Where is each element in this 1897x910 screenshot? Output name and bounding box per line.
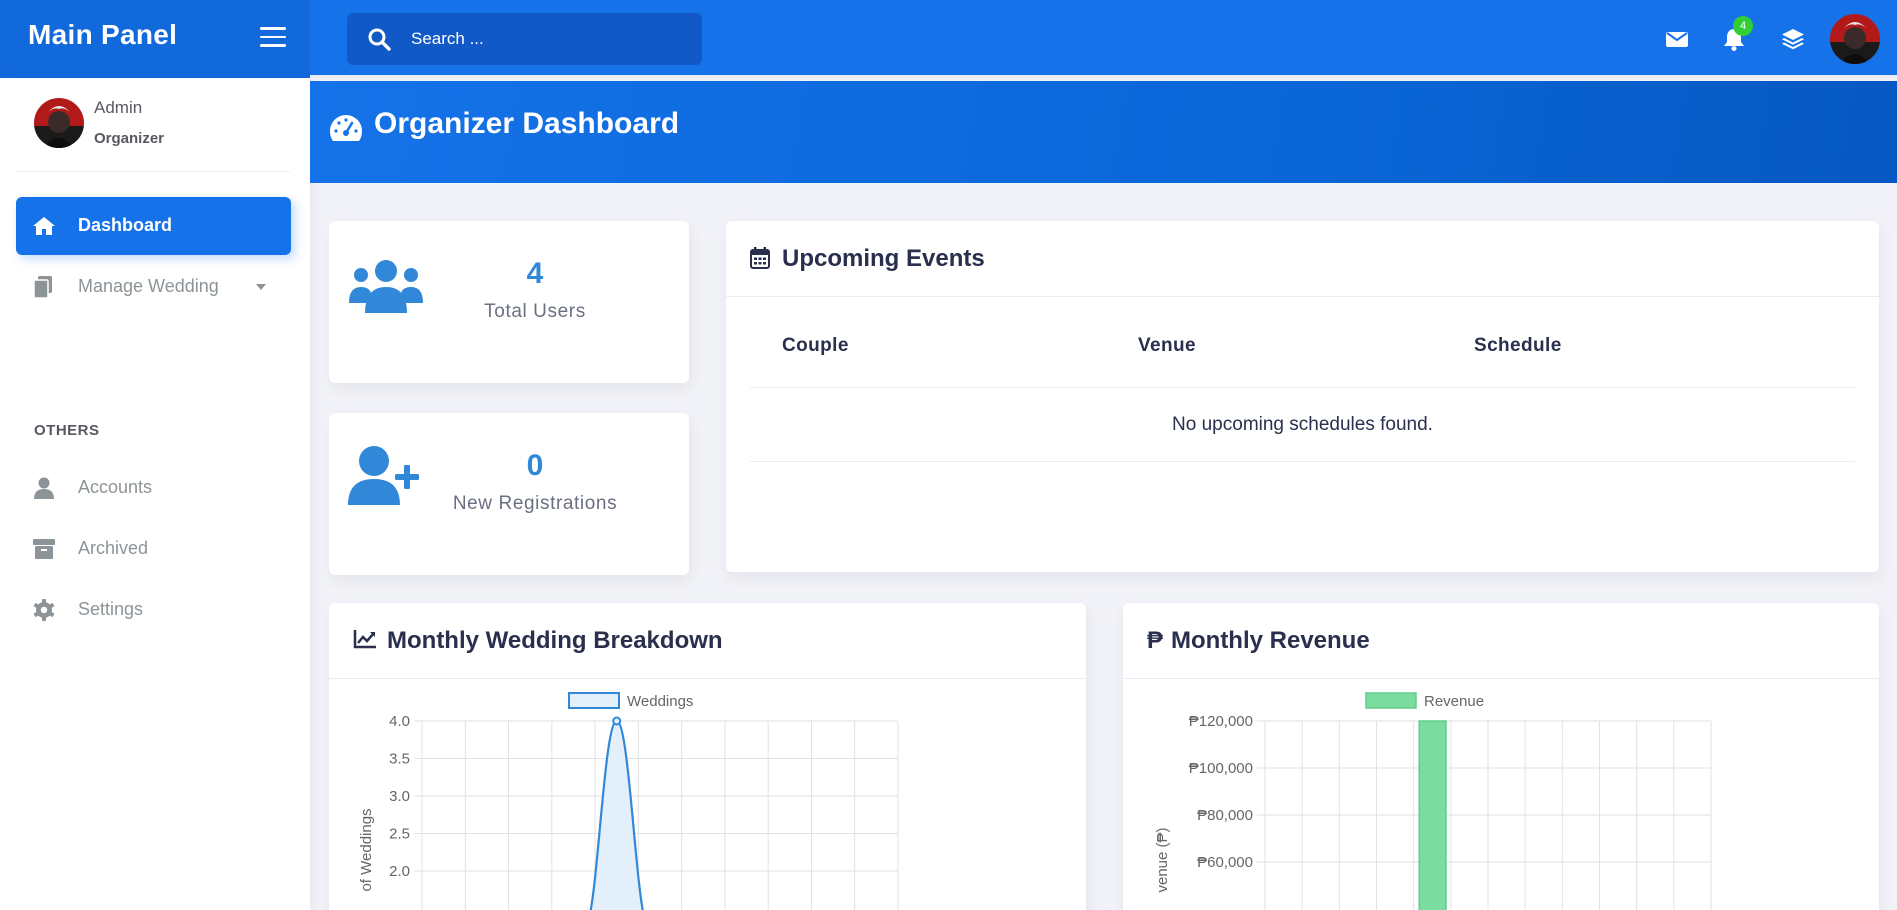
y-tick-label: 4.0 (389, 713, 410, 730)
new-registrations-label: New Registrations (452, 493, 618, 514)
sidebar-item-manage-wedding[interactable]: Manage Wedding (16, 258, 291, 316)
column-header-venue[interactable]: Venue (1138, 335, 1196, 357)
top-navbar: Main Panel 4 (0, 0, 1897, 78)
sidebar-item-label: Accounts (78, 477, 153, 497)
total-users-card: 4 Total Users (329, 221, 689, 383)
sidebar: Admin Organizer Dashboard Manage Wedding… (0, 78, 310, 910)
upcoming-events-header: Upcoming Events (726, 221, 1879, 297)
y-tick-label: ₱60,000 (1197, 854, 1253, 871)
y-axis-title: venue (₱) (1154, 827, 1171, 892)
sidebar-item-label: Dashboard (78, 215, 173, 235)
y-tick-label: 2.5 (389, 826, 410, 843)
legend-label: Weddings (627, 693, 693, 710)
y-tick-label: 3.5 (389, 751, 410, 768)
sidebar-user-name: Admin (94, 98, 143, 117)
sidebar-user-role: Organizer (94, 130, 165, 147)
y-tick-label: ₱120,000 (1189, 713, 1253, 730)
gear-icon (33, 599, 55, 621)
table-divider (750, 387, 1855, 388)
page-title: Organizer Dashboard (374, 107, 680, 140)
column-header-schedule[interactable]: Schedule (1474, 335, 1562, 357)
page-header: Organizer Dashboard (310, 81, 1897, 183)
total-users-value: 4 (526, 257, 544, 290)
bar-revenue (1418, 720, 1447, 910)
wedding-breakdown-chart: Weddings 4.0 3.5 3.0 2.5 2.0 of Weddings (358, 692, 899, 910)
monthly-revenue-header: ₱ Monthly Revenue (1123, 603, 1879, 679)
total-users-label: Total Users (484, 301, 586, 322)
brand-area: Main Panel (0, 0, 310, 78)
empty-table-message: No upcoming schedules found. (1172, 414, 1433, 435)
y-tick-label: 3.0 (389, 788, 410, 805)
sidebar-user-block[interactable]: Admin Organizer (16, 78, 290, 172)
line-chart-icon (353, 630, 376, 649)
search-input[interactable] (411, 23, 681, 55)
new-registrations-value: 0 (526, 449, 544, 482)
file-icon (33, 276, 52, 299)
sidebar-avatar (34, 98, 84, 148)
user-avatar[interactable] (1830, 14, 1880, 64)
sidebar-item-archived[interactable]: Archived (16, 520, 291, 578)
new-registrations-card: 0 New Registrations (329, 413, 689, 575)
upcoming-events-title: Upcoming Events (782, 245, 985, 272)
legend-label: Revenue (1424, 693, 1484, 710)
sidebar-item-dashboard[interactable]: Dashboard (16, 197, 291, 255)
upcoming-events-card: Upcoming Events Couple Venue Schedule No… (726, 221, 1879, 572)
sidebar-item-label: Manage Wedding (78, 276, 219, 296)
y-axis-title: of Weddings (358, 808, 375, 891)
envelope-icon[interactable] (1664, 27, 1690, 51)
wedding-breakdown-title: Monthly Wedding Breakdown (387, 627, 723, 654)
notification-badge: 4 (1733, 16, 1753, 36)
archive-icon (33, 539, 55, 559)
column-header-couple[interactable]: Couple (782, 335, 849, 357)
y-tick-label: 2.0 (389, 863, 410, 880)
menu-toggle-icon[interactable] (260, 26, 286, 48)
layers-icon[interactable] (1780, 27, 1806, 51)
sidebar-item-label: Archived (78, 538, 149, 558)
search-bar (347, 13, 702, 65)
data-point-weddings (612, 716, 622, 726)
users-group-icon (349, 260, 423, 313)
user-plus-icon (348, 446, 419, 505)
home-icon (33, 217, 55, 235)
calendar-icon (750, 247, 770, 269)
sidebar-item-settings[interactable]: Settings (16, 581, 291, 639)
legend-swatch (568, 692, 620, 709)
y-tick-label: ₱100,000 (1189, 760, 1253, 777)
y-tick-label: ₱80,000 (1197, 807, 1253, 824)
wedding-breakdown-card: Monthly Wedding Breakdown Weddings 4.0 3.5… (329, 603, 1086, 910)
sidebar-item-label: Settings (78, 599, 144, 619)
monthly-revenue-card: ₱ Monthly Revenue Revenue ₱120,000 ₱100,00… (1123, 603, 1879, 910)
search-icon[interactable] (367, 27, 391, 51)
brand-title[interactable]: Main Panel (28, 19, 177, 51)
user-icon (34, 477, 54, 499)
monthly-revenue-chart: Revenue ₱120,000 ₱100,000 ₱80,000 ₱60,000 ven… (1154, 692, 1712, 910)
dashboard-gauge-icon (330, 115, 362, 141)
legend-swatch (1365, 692, 1417, 709)
wedding-breakdown-header: Monthly Wedding Breakdown (329, 603, 1086, 679)
chevron-down-icon (256, 284, 266, 290)
area-fill-weddings (590, 721, 643, 910)
monthly-revenue-title: Monthly Revenue (1171, 627, 1370, 654)
sidebar-section-others: OTHERS (34, 422, 100, 439)
sidebar-item-accounts[interactable]: Accounts (16, 459, 291, 517)
table-divider (750, 461, 1855, 462)
peso-sign-icon: ₱ (1147, 627, 1164, 654)
